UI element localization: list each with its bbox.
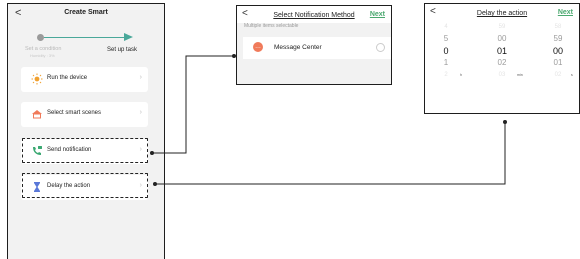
connector-dot bbox=[503, 120, 507, 124]
connector-lines bbox=[150, 54, 507, 186]
connector-dot bbox=[153, 182, 157, 186]
connector-dot bbox=[150, 151, 154, 155]
connector-dot bbox=[232, 54, 236, 58]
connector-delay bbox=[155, 122, 506, 185]
connector-notification bbox=[152, 55, 236, 154]
